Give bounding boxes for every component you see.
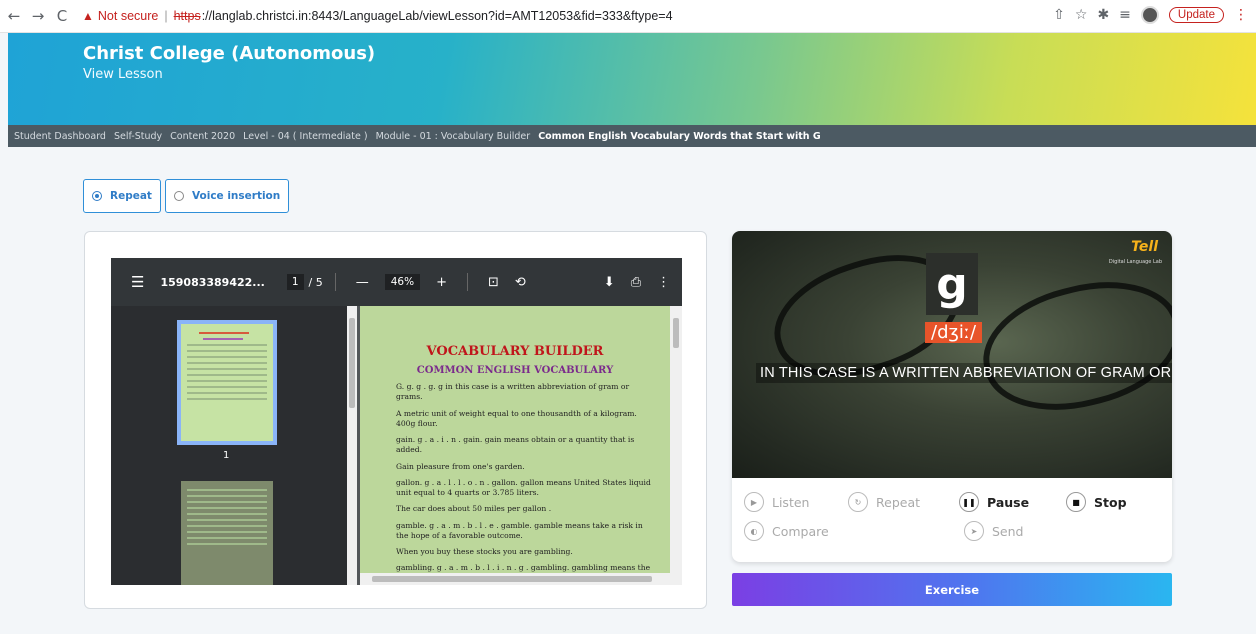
glasses-decor (970, 263, 1172, 429)
address-bar[interactable]: ▲ Not secure | https ://langlab.christci… (82, 9, 673, 23)
page-number-input[interactable]: 1 (286, 274, 304, 290)
share-icon[interactable]: ⇧ (1053, 7, 1065, 23)
pdf-line: gamble. g . a . m . b . l . e . gamble. … (396, 520, 643, 540)
back-icon[interactable]: ← (4, 6, 24, 26)
pdf-filename: 159083389422... (160, 275, 265, 289)
pdf-page: VOCABULARY BUILDER COMMON ENGLISH VOCABU… (360, 306, 670, 573)
compare-button[interactable]: ◐ Compare (744, 521, 829, 541)
pause-icon: ❚❚ (959, 492, 979, 512)
forward-icon[interactable]: → (28, 6, 48, 26)
lesson-video[interactable]: Tell Digital Language Lab g /dʒiː/ IN TH… (732, 231, 1172, 478)
pdf-page-title: VOCABULARY BUILDER (426, 344, 604, 359)
page-vertical-scrollbar[interactable] (670, 306, 682, 585)
thumbnail-scrollbar[interactable] (347, 306, 357, 585)
video-card: Tell Digital Language Lab g /dʒiː/ IN TH… (732, 231, 1172, 562)
breadcrumb-item[interactable]: Content 2020 (170, 131, 235, 142)
pdf-line: When you buy these stocks you are gambli… (396, 547, 573, 556)
repeat-button[interactable]: ↻ Repeat (848, 492, 920, 512)
stop-label: Stop (1094, 494, 1127, 510)
url-scheme: https (173, 9, 201, 23)
pdf-line: Gain pleasure from one's garden. (396, 461, 525, 471)
compare-label: Compare (772, 523, 829, 539)
menu-icon[interactable]: ☰ (131, 273, 144, 291)
warning-icon: ▲ (82, 9, 94, 23)
repeat-mode-label: Repeat (110, 190, 152, 202)
update-button[interactable]: Update (1168, 7, 1224, 23)
college-title: Christ College (Autonomous) (83, 43, 376, 64)
pdf-line: G. g. g . g. g in this case is a written… (396, 382, 630, 402)
rotate-icon[interactable]: ⟲ (515, 275, 526, 290)
pause-label: Pause (987, 494, 1030, 510)
listen-label: Listen (772, 494, 810, 510)
pdf-card: ☰ 159083389422... 1 / 5 — 46% + ⊡ ⟲ ⬇ ⎙ … (84, 231, 707, 609)
radio-empty-icon (173, 191, 184, 201)
page-total: / 5 (308, 275, 323, 289)
send-label: Send (992, 523, 1024, 539)
pdf-line: A metric unit of weight equal to one tho… (396, 408, 637, 428)
toolbar-divider (334, 273, 336, 291)
breadcrumb-item[interactable]: Student Dashboard (14, 131, 106, 142)
compare-icon: ◐ (744, 521, 764, 541)
page-thumbnail-1[interactable] (177, 320, 277, 445)
voice-insertion-radio[interactable]: Voice insertion (164, 179, 290, 213)
browser-toolbar: ← → C ▲ Not secure | https ://langlab.ch… (0, 0, 1256, 33)
mode-selector: Repeat Voice insertion (83, 179, 290, 213)
radio-selected-icon (92, 191, 102, 201)
zoom-in-icon[interactable]: + (436, 275, 447, 290)
pdf-line: gallon. g . a . l . l . o . n . gallon. … (396, 477, 651, 497)
profile-avatar[interactable] (1140, 6, 1159, 24)
url-text: ://langlab.christci.in:8443/LanguageLab/… (201, 9, 673, 23)
phonetic-label: /dʒiː/ (925, 322, 983, 343)
stop-button[interactable]: ■ Stop (1066, 492, 1127, 512)
page-header: Christ College (Autonomous) View Lesson (8, 33, 1256, 125)
reading-list-icon[interactable]: ≡ (1119, 7, 1131, 23)
download-icon[interactable]: ⬇ (604, 275, 615, 290)
browser-actions: ⇧ ☆ ✱ ≡ Update ⋮ (1053, 6, 1248, 24)
breadcrumb-item[interactable]: Self-Study (114, 131, 162, 142)
more-options-icon[interactable]: ⋮ (657, 275, 670, 290)
breadcrumb-item[interactable]: Module - 01 : Vocabulary Builder (376, 131, 531, 142)
kebab-menu-icon[interactable]: ⋮ (1234, 7, 1248, 23)
listen-button[interactable]: ▶ Listen (744, 492, 809, 512)
page-subtitle: View Lesson (83, 67, 163, 82)
send-icon: ➤ (964, 521, 984, 541)
reload-icon[interactable]: C (52, 6, 72, 26)
not-secure-label[interactable]: Not secure (98, 9, 158, 23)
fit-page-icon[interactable]: ⊡ (488, 275, 499, 290)
thumbnail-sidebar: 1 (111, 306, 347, 585)
video-caption: IN THIS CASE IS A WRITTEN ABBREVIATION O… (756, 363, 1172, 383)
send-button[interactable]: ➤ Send (964, 521, 1023, 541)
extensions-icon[interactable]: ✱ (1097, 7, 1109, 23)
star-icon[interactable]: ☆ (1075, 7, 1088, 23)
url-separator: | (164, 9, 168, 23)
pdf-line: gambling. g . a . m . b . l . i . n . g … (396, 563, 651, 573)
play-icon: ▶ (744, 492, 764, 512)
pdf-line: gain. g . a . i . n . gain. gain means o… (396, 435, 635, 455)
repeat-mode-radio[interactable]: Repeat (83, 179, 161, 213)
page-thumbnail-2[interactable] (181, 481, 273, 585)
logo-subtitle: Digital Language Lab (1108, 259, 1162, 265)
breadcrumb-current: Common English Vocabulary Words that Sta… (538, 130, 821, 142)
pause-button[interactable]: ❚❚ Pause (959, 492, 1029, 512)
pdf-page-subtitle: COMMON ENGLISH VOCABULARY (416, 365, 614, 376)
voice-insertion-label: Voice insertion (191, 190, 281, 202)
exercise-button[interactable]: Exercise (732, 573, 1172, 606)
repeat-icon: ↻ (848, 492, 868, 512)
breadcrumb: Student Dashboard Self-Study Content 202… (8, 125, 1256, 147)
print-icon[interactable]: ⎙ (631, 275, 641, 290)
tell-logo: Tell (1131, 239, 1158, 255)
pdf-viewer: ☰ 159083389422... 1 / 5 — 46% + ⊡ ⟲ ⬇ ⎙ … (111, 258, 682, 585)
pdf-toolbar: ☰ 159083389422... 1 / 5 — 46% + ⊡ ⟲ ⬇ ⎙ … (111, 258, 682, 306)
breadcrumb-item[interactable]: Level - 04 ( Intermediate ) (243, 131, 367, 142)
zoom-out-icon[interactable]: — (356, 275, 369, 290)
lesson-letter: g (926, 253, 978, 315)
repeat-label: Repeat (876, 494, 921, 510)
toolbar-divider (466, 273, 468, 291)
stop-icon: ■ (1066, 492, 1086, 512)
audio-controls: ▶ Listen ↻ Repeat ❚❚ Pause ■ Stop ◐ Comp… (732, 478, 1172, 562)
page-horizontal-scrollbar[interactable] (360, 573, 670, 585)
thumbnail-page-number: 1 (223, 450, 230, 461)
pdf-line: The car does about 50 miles per gallon . (396, 504, 552, 514)
zoom-level[interactable]: 46% (384, 274, 421, 290)
